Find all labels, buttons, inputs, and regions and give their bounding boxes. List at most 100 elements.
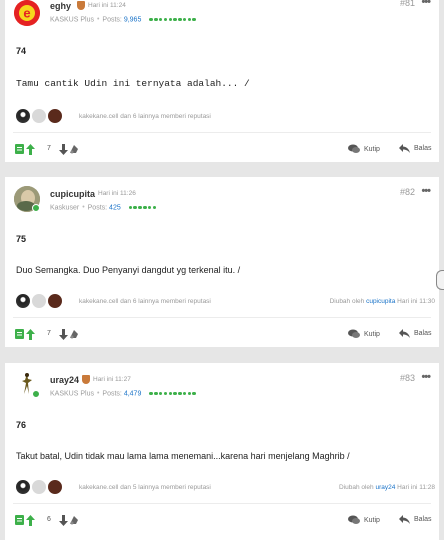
upvote-icon[interactable] — [26, 513, 35, 527]
post-card: cupicupita Hari ini 11:26 Kaskuser • Posts… — [5, 177, 439, 347]
post-menu-button[interactable]: ••• — [421, 371, 431, 383]
reply-button[interactable]: Balas — [399, 515, 432, 524]
side-feedback-tab[interactable] — [436, 270, 444, 290]
user-info: KASKUS Plus • Posts: 9,965 — [50, 16, 197, 23]
username[interactable]: uray24 — [50, 375, 79, 385]
cendol-icon[interactable] — [68, 327, 80, 341]
edited-user[interactable]: cupicupita — [366, 298, 395, 305]
dot-separator: • — [82, 204, 85, 212]
cendol-icon[interactable] — [68, 513, 80, 527]
posts-label: Posts: — [87, 204, 108, 212]
post-count[interactable]: 4,479 — [124, 390, 142, 397]
cendol-icon[interactable] — [68, 142, 80, 156]
reputation-dot — [152, 205, 157, 209]
reputation-text[interactable]: kakekane.cell dan 5 lainnya memberi repu… — [79, 484, 211, 491]
online-indicator — [32, 204, 40, 212]
post-card: e eghy Hari ini 11:24 KASKUS Plus • Posts:… — [5, 0, 439, 162]
avatar-image: e — [14, 0, 40, 26]
reputation-dot — [182, 17, 187, 21]
edited-time: Hari ini 11:30 — [397, 298, 435, 305]
post-card: uray24 Hari ini 11:27 KASKUS Plus • Posts:… — [5, 363, 439, 540]
upvote-icon[interactable] — [26, 142, 35, 156]
post-number[interactable]: #82 — [400, 187, 415, 197]
post-menu-button[interactable]: ••• — [421, 0, 431, 8]
edited-prefix: Diubah oleh — [329, 298, 365, 305]
post-number[interactable]: #81 — [400, 0, 415, 8]
dot-separator: • — [96, 390, 100, 398]
post-body: Takut batal, Udin tidak mau lama lama me… — [16, 451, 350, 461]
reply-button[interactable]: Balas — [399, 329, 432, 338]
posts-label: Posts: — [102, 16, 122, 24]
reputation-avatar — [15, 108, 31, 124]
quote-button[interactable]: Kutip — [348, 144, 380, 154]
quote-label: Kutip — [364, 330, 380, 338]
quote-icon — [348, 329, 360, 338]
upvote-icon[interactable] — [26, 327, 35, 341]
user-rank: KASKUS Plus — [50, 16, 94, 24]
edited-note: Diubah oleh uray24 Hari ini 11:28 — [339, 484, 435, 491]
reputation-bar — [149, 390, 197, 397]
post-body: Duo Semangka. Duo Penyanyi dangdut yg te… — [16, 265, 241, 275]
online-indicator — [32, 390, 40, 398]
reputation-dot — [168, 391, 172, 395]
reputation-dot — [158, 17, 163, 21]
post-header: cupicupita Hari ini 11:26 Kaskuser • Posts… — [5, 177, 439, 223]
post-count[interactable]: 425 — [109, 204, 121, 211]
user-info: Kaskuser • Posts: 425 — [50, 204, 157, 211]
post-time: Hari ini 11:26 — [98, 190, 136, 197]
quote-icon — [348, 144, 360, 153]
post-count[interactable]: 9,965 — [124, 16, 142, 23]
quote-label: Kutip — [364, 516, 380, 524]
divider — [13, 503, 431, 504]
reputation-dot — [158, 391, 163, 395]
reputation-text[interactable]: kakekane.cell dan 6 lainnya memberi repu… — [79, 298, 211, 305]
user-rank: KASKUS Plus — [50, 390, 94, 398]
vote-count: 7 — [47, 145, 51, 152]
reputation-dot — [147, 205, 152, 209]
reputation-avatar — [47, 479, 63, 495]
username[interactable]: cupicupita — [50, 189, 95, 199]
post-title: 74 — [16, 46, 27, 56]
reputation-dot — [138, 205, 142, 209]
reputation-text[interactable]: kakekane.cell dan 6 lainnya memberi repu… — [79, 113, 211, 120]
reputation-dot — [154, 17, 158, 21]
reputation-row: kakekane.cell dan 6 lainnya memberi repu… — [15, 108, 435, 125]
quote-button[interactable]: Kutip — [348, 515, 380, 525]
vote-count: 6 — [47, 516, 51, 523]
edited-user[interactable]: uray24 — [375, 484, 395, 491]
vote-count: 7 — [47, 330, 51, 337]
user-info: KASKUS Plus • Posts: 4,479 — [50, 390, 197, 397]
downvote-icon[interactable] — [59, 327, 68, 341]
avatar[interactable]: e — [14, 0, 40, 26]
quote-icon — [348, 515, 360, 524]
edited-note: Diubah oleh cupicupita Hari ini 11:30 — [330, 298, 435, 305]
username[interactable]: eghy — [50, 1, 71, 11]
reply-icon — [399, 515, 410, 524]
downvote-icon[interactable] — [59, 513, 68, 527]
post-actions: 7 Kutip Balas — [15, 327, 432, 343]
post-number[interactable]: #83 — [400, 373, 415, 383]
posts-label: Posts: — [102, 390, 122, 398]
post-menu-button[interactable]: ••• — [421, 185, 431, 197]
reputation-dot — [182, 391, 187, 395]
reputation-dot — [128, 205, 133, 209]
reputation-dot — [178, 17, 182, 21]
reply-label: Balas — [414, 145, 432, 152]
reputation-dot — [178, 391, 182, 395]
reply-label: Balas — [414, 516, 432, 523]
post-title: 75 — [16, 234, 27, 244]
edited-time: Hari ini 11:28 — [397, 484, 435, 491]
reputation-avatar — [47, 108, 63, 124]
post-time: Hari ini 11:24 — [88, 2, 126, 9]
reply-button[interactable]: Balas — [399, 144, 432, 153]
reputation-dot — [173, 391, 177, 395]
reputation-dot — [163, 17, 168, 21]
quote-label: Kutip — [364, 145, 380, 153]
reputation-row: kakekane.cell dan 5 lainnya memberi repu… — [15, 479, 435, 496]
plus-badge-icon — [77, 1, 85, 10]
downvote-icon[interactable] — [59, 142, 68, 156]
post-actions: 6 Kutip Balas — [15, 513, 432, 529]
quote-button[interactable]: Kutip — [348, 329, 380, 339]
reply-icon — [399, 329, 410, 338]
edited-prefix: Diubah oleh — [338, 484, 374, 491]
